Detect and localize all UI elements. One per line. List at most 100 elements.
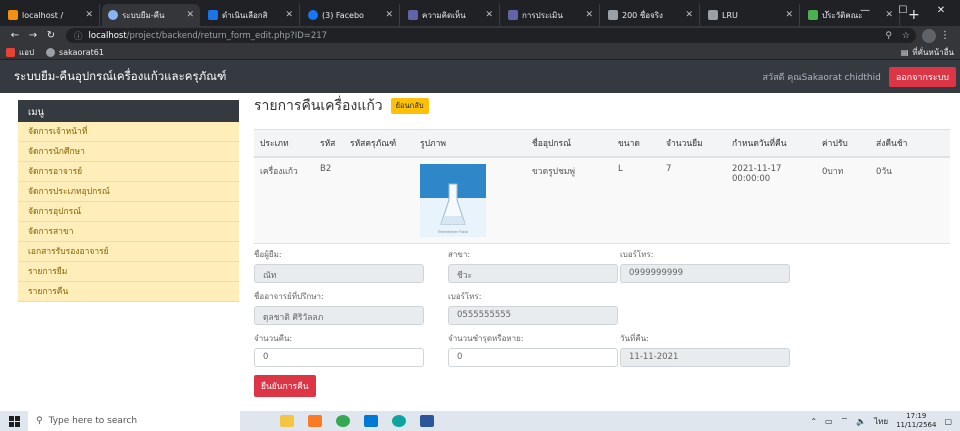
sidebar-item-staff[interactable]: จัดการเจ้าหน้าที่ (18, 122, 239, 142)
app-navbar: ระบบยืม-คืนอุปกรณ์เครื่องแก้วและครุภัณฑ์… (0, 60, 960, 93)
confirm-return-button[interactable]: ยืนยันการคืน (254, 375, 316, 397)
clock[interactable]: 17:19 11/11/2564 (896, 412, 936, 430)
sidebar-item-students[interactable]: จัดการนักศึกษา (18, 142, 239, 162)
other-bookmarks[interactable]: ▤ ที่คั่นหน้าอื่น (901, 46, 960, 59)
edge-icon[interactable] (392, 415, 406, 427)
cell-name: ขวดรูปชมพู่ (526, 157, 612, 244)
return-qty-input[interactable]: 0 (254, 348, 424, 367)
return-date-field[interactable]: 11-11-2021 (620, 348, 790, 367)
favicon-icon (108, 10, 118, 20)
back-button[interactable]: ย้อนกลับ (390, 98, 429, 114)
network-icon[interactable]: ⌔ (841, 416, 849, 426)
chrome-icon[interactable] (336, 415, 350, 427)
sidebar-item-branches[interactable]: จัดการสาขา (18, 222, 239, 242)
column-header: ชื่ออุปกรณ์ (526, 129, 612, 158)
close-tab-icon[interactable]: ✕ (785, 10, 793, 20)
vscode-icon[interactable] (364, 415, 378, 427)
phone-group: เบอร์โทร: 0999999999 (620, 248, 790, 283)
xampp-icon[interactable] (308, 415, 322, 427)
close-tab-icon[interactable]: ✕ (685, 10, 693, 20)
sidebar-menu: เมนู จัดการเจ้าหน้าที่ จัดการนักศึกษา จั… (18, 100, 239, 302)
advisor-group: ชื่ออาจารย์ที่ปรึกษา: ดุลชาติ ศิริวัลลภ (254, 290, 424, 325)
cell-image: Erlenmeyer Flask (414, 157, 526, 244)
cell-type: เครื่องแก้ว (254, 157, 314, 244)
sidebar-item-equipment[interactable]: จัดการอุปกรณ์ (18, 202, 239, 222)
notification-icon[interactable]: ▢ (944, 417, 952, 426)
battery-icon[interactable]: ▭ (825, 417, 833, 426)
forward-arrow-icon[interactable]: → (24, 30, 42, 41)
forms-icon (508, 10, 518, 20)
browser-tab[interactable]: ความคิดเห็น ✕ (402, 4, 500, 26)
column-header: จำนวนยืม (660, 129, 726, 158)
maximize-icon[interactable]: ☐ (884, 0, 922, 22)
sidebar-item-teachers[interactable]: จัดการอาจารย์ (18, 162, 239, 182)
advisor-phone-field[interactable]: 0555555555 (448, 306, 618, 325)
globe-icon (46, 47, 56, 57)
address-bar[interactable]: ⓘ localhost/project/backend/return_form_… (66, 28, 916, 43)
cell-size: L (612, 157, 660, 244)
file-explorer-icon[interactable] (280, 415, 294, 427)
close-tab-icon[interactable]: ✕ (585, 10, 593, 20)
tab-search-icon[interactable]: ⌄ (808, 0, 846, 22)
column-header: ขนาด (612, 129, 660, 158)
apps-grid-icon (6, 47, 15, 57)
close-tab-icon[interactable]: ✕ (385, 10, 393, 20)
minimize-icon[interactable]: — (846, 0, 884, 22)
page-icon (608, 10, 618, 20)
branch-group: สาขา: ชีวะ (448, 248, 618, 283)
star-icon[interactable]: ☆ (902, 31, 910, 41)
browser-tab[interactable]: LRU ✕ (702, 4, 800, 26)
word-icon[interactable] (420, 415, 434, 427)
welcome-text: สวัสดี คุณSakaorat chidthid (762, 72, 881, 83)
sidebar-item-borrow-list[interactable]: รายการยืม (18, 262, 239, 282)
language-indicator[interactable]: ไทย (874, 415, 888, 428)
menu-header: เมนู (18, 100, 239, 122)
volume-icon[interactable]: 🔈 (856, 417, 866, 426)
close-tab-icon[interactable]: ✕ (485, 10, 493, 20)
cell-quantity: 7 (660, 157, 726, 244)
search-icon: ⚲ (36, 416, 43, 426)
return-table: ประเภท รหัส รหัสครุภัณฑ์ รูปภาพ ชื่ออุปก… (254, 129, 950, 244)
sidebar-item-equipment-types[interactable]: จัดการประเภทอุปกรณ์ (18, 182, 239, 202)
advisor-phone-group: เบอร์โทร: 0555555555 (448, 290, 618, 325)
taskbar-search-placeholder: Type here to search (48, 416, 138, 426)
chevron-up-icon[interactable]: ⌃ (810, 417, 817, 426)
advisor-field[interactable]: ดุลชาติ ศิริวัลลภ (254, 306, 424, 325)
taskbar-search[interactable]: ⚲ Type here to search (28, 411, 240, 431)
app-brand[interactable]: ระบบยืม-คืนอุปกรณ์เครื่องแก้วและครุภัณฑ์ (0, 68, 226, 86)
branch-field[interactable]: ชีวะ (448, 264, 618, 283)
phone-field[interactable]: 0999999999 (620, 264, 790, 283)
profile-avatar[interactable] (922, 28, 936, 43)
table-row: เครื่องแก้ว B2 Erlenmeyer Flask ขวดรูปชม… (254, 157, 950, 244)
reload-icon[interactable]: ↻ (42, 30, 60, 41)
info-icon[interactable]: ⓘ (74, 30, 83, 42)
close-window-icon[interactable]: ✕ (922, 0, 960, 22)
browser-tab[interactable]: 200 ชื่อจริง ✕ (602, 4, 700, 26)
browser-tab[interactable]: (3) Facebo ✕ (302, 4, 400, 26)
browser-tab[interactable]: ดำเนินเลือกสิ ✕ (202, 4, 300, 26)
logout-button[interactable]: ออกจากระบบ (888, 66, 956, 87)
return-qty-group: จำนวนคืน: 0 (254, 332, 424, 367)
bookmark-item[interactable]: sakaorat61 (46, 47, 104, 57)
close-tab-icon[interactable]: ✕ (186, 10, 194, 20)
close-tab-icon[interactable]: ✕ (285, 10, 293, 20)
url-path: /project/backend/return_form_edit.php?ID… (126, 30, 328, 41)
sidebar-item-return-list[interactable]: รายการคืน (18, 282, 239, 302)
browser-tab[interactable]: localhost / ✕ (2, 4, 100, 26)
bookmarks-bar: แอป sakaorat61 ▤ ที่คั่นหน้าอื่น (0, 45, 960, 60)
sidebar-item-teacher-documents[interactable]: เอกสารรับรองอาจารย์ (18, 242, 239, 262)
bookmark-apps[interactable]: แอป (6, 46, 34, 59)
borrower-field[interactable]: ณัท (254, 264, 424, 283)
close-tab-icon[interactable]: ✕ (85, 10, 93, 20)
back-arrow-icon[interactable]: ← (6, 30, 24, 41)
cell-fine: 0บาท (816, 157, 870, 244)
menu-dots-icon[interactable]: ⋮ (936, 30, 954, 41)
zoom-icon[interactable]: ⚲ (885, 31, 892, 41)
damaged-qty-input[interactable]: 0 (448, 348, 618, 367)
browser-tab[interactable]: การประเมิน ✕ (502, 4, 600, 26)
browser-tab-active[interactable]: ระบบยืม-คืน ✕ (102, 4, 200, 26)
damaged-group: จำนวนชำรุดหรือหาย: 0 (448, 332, 618, 367)
column-header: รหัส (314, 129, 344, 158)
windows-start-icon[interactable] (0, 415, 28, 427)
column-header: รูปภาพ (414, 129, 526, 158)
